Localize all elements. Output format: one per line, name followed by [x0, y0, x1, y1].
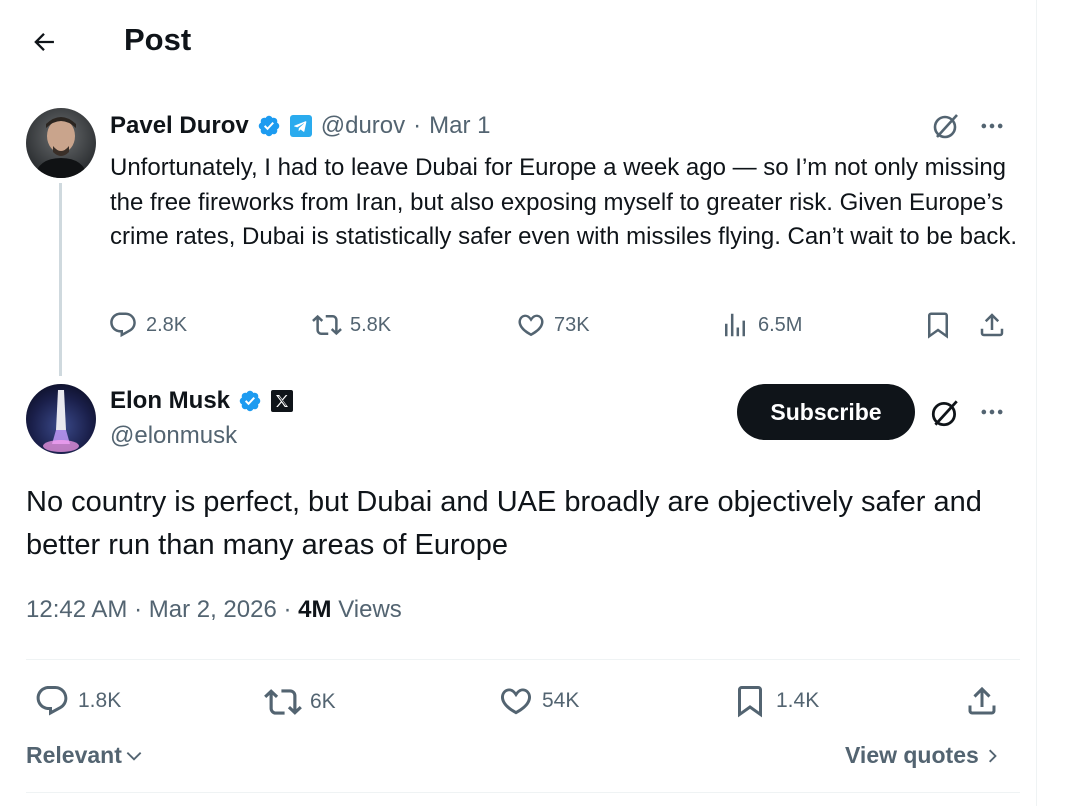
avatar-elonmusk[interactable] [26, 384, 96, 454]
grok-button[interactable] [930, 110, 962, 142]
avatar-image [26, 108, 96, 178]
repost-icon [264, 689, 302, 715]
author-handle[interactable]: @durov [321, 112, 405, 140]
more-dots-icon [981, 409, 1003, 415]
heart-icon [518, 314, 544, 337]
repost-count: 6K [310, 690, 336, 713]
post-time[interactable]: 12:42 AM [26, 596, 127, 623]
avatar-durov[interactable] [26, 108, 96, 178]
reply-count: 2.8K [146, 313, 188, 336]
verified-badge-icon [258, 115, 279, 137]
reply-button[interactable]: 2.8K [108, 310, 187, 340]
divider [26, 659, 1020, 660]
parent-post-actions: 2.8K 5.8K 73K 6.5M [108, 310, 1018, 346]
bookmark-button[interactable]: 1.4K [732, 683, 819, 719]
bookmark-icon [928, 312, 948, 339]
sort-relevant-button[interactable]: Relevant [26, 742, 144, 769]
x-affiliate-icon [271, 390, 294, 412]
reply-count: 1.8K [78, 689, 122, 712]
main-post-name-row: Elon Musk [110, 384, 294, 418]
like-count: 73K [554, 313, 590, 336]
post-date[interactable]: Mar 2, 2026 [149, 596, 277, 623]
view-quotes-label: View quotes [845, 742, 979, 768]
share-icon [980, 313, 1004, 337]
like-button[interactable]: 73K [516, 310, 590, 340]
heart-icon [500, 688, 532, 715]
separator-dot: · [413, 112, 422, 139]
repost-icon [312, 314, 342, 336]
views-button[interactable]: 6.5M [720, 310, 802, 340]
back-button[interactable] [26, 24, 62, 60]
column-border [1036, 0, 1037, 806]
chevron-down-icon [126, 751, 142, 761]
more-options-button[interactable] [976, 396, 1008, 428]
page-header: Post [0, 0, 1036, 84]
like-count: 54K [542, 689, 580, 712]
bookmark-count: 1.4K [776, 689, 820, 712]
views-count: 4M [298, 596, 332, 623]
repost-button[interactable]: 5.8K [312, 310, 391, 340]
bookmark-icon [738, 686, 762, 718]
reply-icon [110, 312, 136, 338]
sort-label: Relevant [26, 742, 122, 768]
main-post-text: No country is perfect, but Dubai and UAE… [26, 486, 982, 561]
views-chart-icon [725, 313, 745, 337]
author-name[interactable]: Elon Musk [110, 387, 230, 415]
bookmark-button[interactable] [923, 310, 953, 340]
grok-icon [933, 114, 958, 139]
like-button[interactable]: 54K [498, 683, 579, 719]
subscribe-button[interactable]: Subscribe [737, 384, 915, 440]
divider [26, 792, 1020, 793]
post-date[interactable]: Mar 1 [429, 112, 490, 140]
repost-button[interactable]: 6K [264, 683, 336, 721]
views-count: 6.5M [758, 313, 803, 336]
more-options-button[interactable] [976, 110, 1008, 142]
chevron-right-icon [988, 749, 997, 762]
reply-icon [36, 686, 68, 716]
share-icon [968, 686, 996, 715]
views-label: Views [338, 596, 402, 623]
avatar-image [26, 384, 96, 454]
author-handle[interactable]: @elonmusk [110, 422, 237, 450]
view-quotes-link[interactable]: View quotes [845, 742, 1001, 769]
grok-icon [931, 400, 958, 427]
repost-count: 5.8K [350, 313, 392, 336]
arrow-left-icon [34, 33, 54, 51]
share-button[interactable] [964, 683, 1000, 719]
more-dots-icon [981, 123, 1003, 129]
parent-post-text: Unfortunately, I had to leave Dubai for … [110, 154, 1017, 250]
page-title: Post [124, 22, 192, 57]
author-name[interactable]: Pavel Durov [110, 112, 249, 140]
reply-button[interactable]: 1.8K [34, 683, 121, 719]
verified-badge-icon [239, 390, 261, 412]
main-post-actions: 1.8K 6K 54K 1.4K [26, 683, 1016, 723]
separator-dot: · [134, 596, 143, 623]
share-button[interactable] [977, 310, 1007, 340]
post-meta: 12:42 AM · Mar 2, 2026 · 4M Views [26, 596, 402, 624]
telegram-icon [289, 115, 312, 137]
separator-dot: · [283, 596, 292, 623]
grok-button[interactable] [928, 396, 962, 430]
parent-post-header: Pavel Durov @durov · Mar 1 [110, 109, 491, 143]
thread-connector [59, 183, 62, 376]
